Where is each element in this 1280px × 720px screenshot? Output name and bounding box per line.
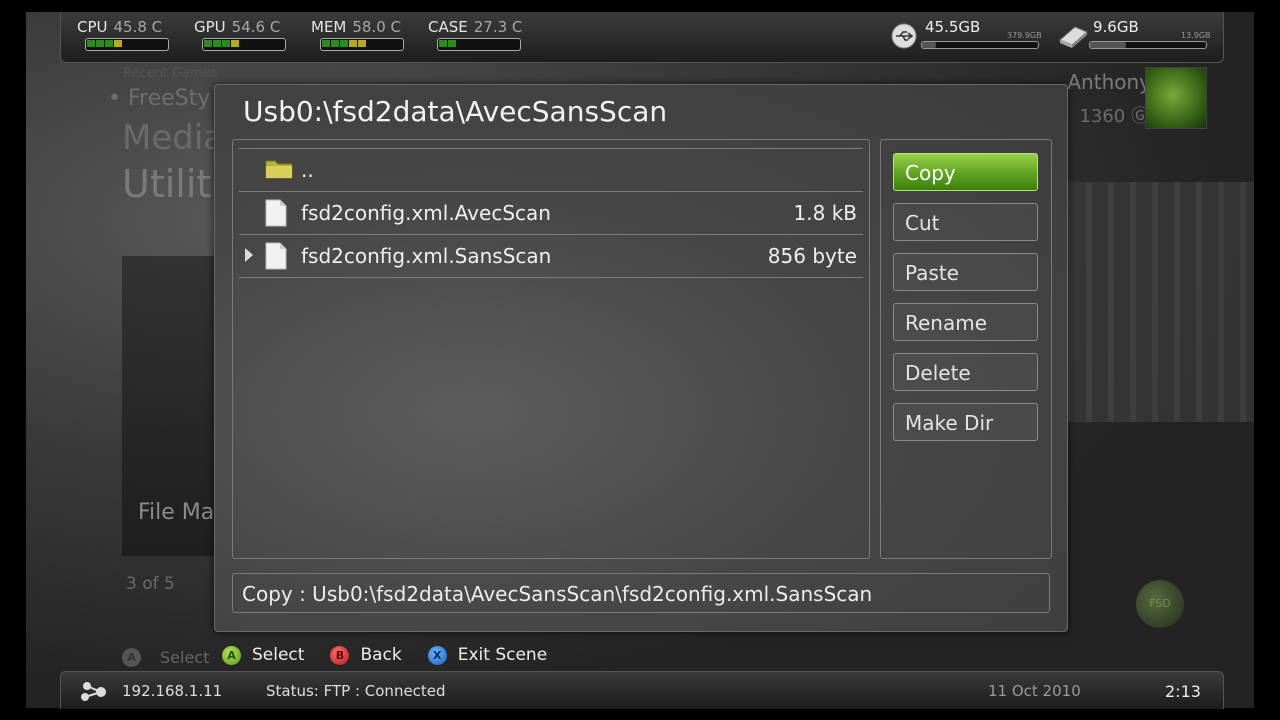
meter-segment (322, 40, 330, 47)
file-name: .. (301, 158, 314, 182)
meter-segment (213, 40, 221, 47)
meter-segment (448, 40, 456, 47)
case-label: CASE (428, 18, 468, 36)
file-row[interactable]: fsd2config.xml.AvecScan 1.8 kB (239, 191, 863, 234)
gamertag: Anthony (1067, 70, 1151, 94)
file-name: fsd2config.xml.SansScan (301, 244, 552, 268)
a-button-icon: A (122, 648, 141, 667)
back-hint-label: Back (360, 645, 402, 665)
case-stat: CASE 27.3 C (428, 18, 522, 36)
media-menu-item: Media (122, 118, 225, 158)
time: 2:13 (1165, 682, 1201, 701)
mem-meter (320, 38, 404, 51)
copy-button[interactable]: Copy (893, 153, 1038, 191)
utilities-menu-item: Utilit (122, 162, 212, 206)
cpu-label: CPU (77, 18, 108, 36)
delete-button[interactable]: Delete (893, 353, 1038, 391)
gamerscore-value: 1360 (1079, 106, 1126, 127)
ftp-status: Status: FTP : Connected (266, 682, 446, 700)
fsd-logo: FSD (1136, 580, 1184, 628)
file-name: fsd2config.xml.AvecScan (301, 201, 551, 225)
mem-value: 58.0 C (352, 18, 402, 36)
hdd-icon (1059, 26, 1088, 48)
hdd-usage-bar (1089, 41, 1207, 49)
a-button-icon: A (222, 645, 241, 665)
mem-stat: MEM 58.0 C (311, 18, 401, 36)
selection-arrow-icon (245, 248, 253, 262)
mem-label: MEM (311, 18, 347, 36)
usb-free-space: 45.5GB (925, 18, 981, 36)
file-icon (265, 199, 287, 227)
file-manager-dialog: Usb0:\fsd2data\AvecSansScan .. fsd2confi… (214, 84, 1068, 632)
page-count: 3 of 5 (126, 574, 175, 594)
meter-segment (105, 40, 113, 47)
operation-status: Copy : Usb0:\fsd2data\AvecSansScan\fsd2c… (232, 573, 1050, 613)
date: 11 Oct 2010 (988, 682, 1081, 700)
select-hint[interactable]: A Select (222, 645, 304, 665)
usb-usage-fill (922, 42, 936, 48)
folder-icon (265, 160, 293, 179)
make-dir-button[interactable]: Make Dir (893, 403, 1038, 441)
b-button-icon: B (330, 645, 350, 665)
background-select-hint: A Select (122, 648, 209, 667)
ip-address: 192.168.1.11 (122, 682, 223, 700)
usb-total-space: 379.9GB (1007, 31, 1042, 40)
file-manager-label: File Ma (138, 500, 215, 525)
cpu-meter (85, 38, 169, 51)
dialog-title: Usb0:\fsd2data\AvecSansScan (243, 95, 668, 128)
case-value: 27.3 C (473, 18, 523, 36)
network-status-bar: 192.168.1.11 Status: FTP : Connected 11 … (60, 671, 1224, 709)
meter-segment (331, 40, 339, 47)
file-row-parent[interactable]: .. (239, 148, 863, 191)
meter-segment (204, 40, 212, 47)
file-icon (265, 242, 287, 270)
gpu-value: 54.6 C (231, 18, 281, 36)
freestyle-menu-item: • FreeSty (108, 86, 211, 111)
hdd-free-space: 9.6GB (1093, 18, 1139, 36)
system-status-bar: CPU 45.8 C GPU 54.6 C MEM 58.0 C CASE 27.3 C… (60, 12, 1224, 63)
meter-segment (87, 40, 95, 47)
meter-segment (349, 40, 357, 47)
action-menu: Copy Cut Paste Rename Delete Make Dir (880, 139, 1052, 559)
x-button-icon: X (427, 645, 447, 665)
gpu-label: GPU (194, 18, 226, 36)
rename-button[interactable]: Rename (893, 303, 1038, 341)
network-icon (81, 682, 106, 701)
meter-segment (231, 40, 239, 47)
meter-segment (340, 40, 348, 47)
file-row-selected[interactable]: fsd2config.xml.SansScan 856 byte (239, 234, 863, 278)
usb-usage-bar (921, 41, 1039, 49)
exit-scene-hint-label: Exit Scene (457, 645, 548, 665)
meter-segment (439, 40, 447, 47)
controller-hints: A Select B Back X Exit Scene (222, 645, 573, 665)
meter-segment (358, 40, 366, 47)
paste-button[interactable]: Paste (893, 253, 1038, 291)
avatar (1145, 67, 1207, 129)
usb-icon (891, 23, 917, 49)
exit-scene-hint[interactable]: X Exit Scene (427, 645, 548, 665)
background-rack (1064, 182, 1254, 422)
back-hint[interactable]: B Back (330, 645, 402, 665)
background-select-label: Select (160, 648, 210, 667)
recent-games-label: Recent Games (123, 66, 218, 81)
file-size: 856 byte (767, 244, 857, 268)
hdd-total-space: 13.9GB (1181, 31, 1211, 40)
gpu-meter (202, 38, 286, 51)
file-size: 1.8 kB (793, 201, 857, 225)
meter-segment (114, 40, 122, 47)
gpu-stat: GPU 54.6 C (194, 18, 280, 36)
select-hint-label: Select (252, 645, 305, 665)
case-meter (437, 38, 521, 51)
meter-segment (222, 40, 230, 47)
cpu-value: 45.8 C (113, 18, 163, 36)
gamerscore: 1360 Ⓖ (1079, 102, 1149, 128)
cpu-stat: CPU 45.8 C (77, 18, 162, 36)
cut-button[interactable]: Cut (893, 203, 1038, 241)
meter-segment (96, 40, 104, 47)
file-list[interactable]: .. fsd2config.xml.AvecScan 1.8 kB fsd2co… (232, 139, 870, 559)
hdd-usage-fill (1090, 42, 1126, 48)
